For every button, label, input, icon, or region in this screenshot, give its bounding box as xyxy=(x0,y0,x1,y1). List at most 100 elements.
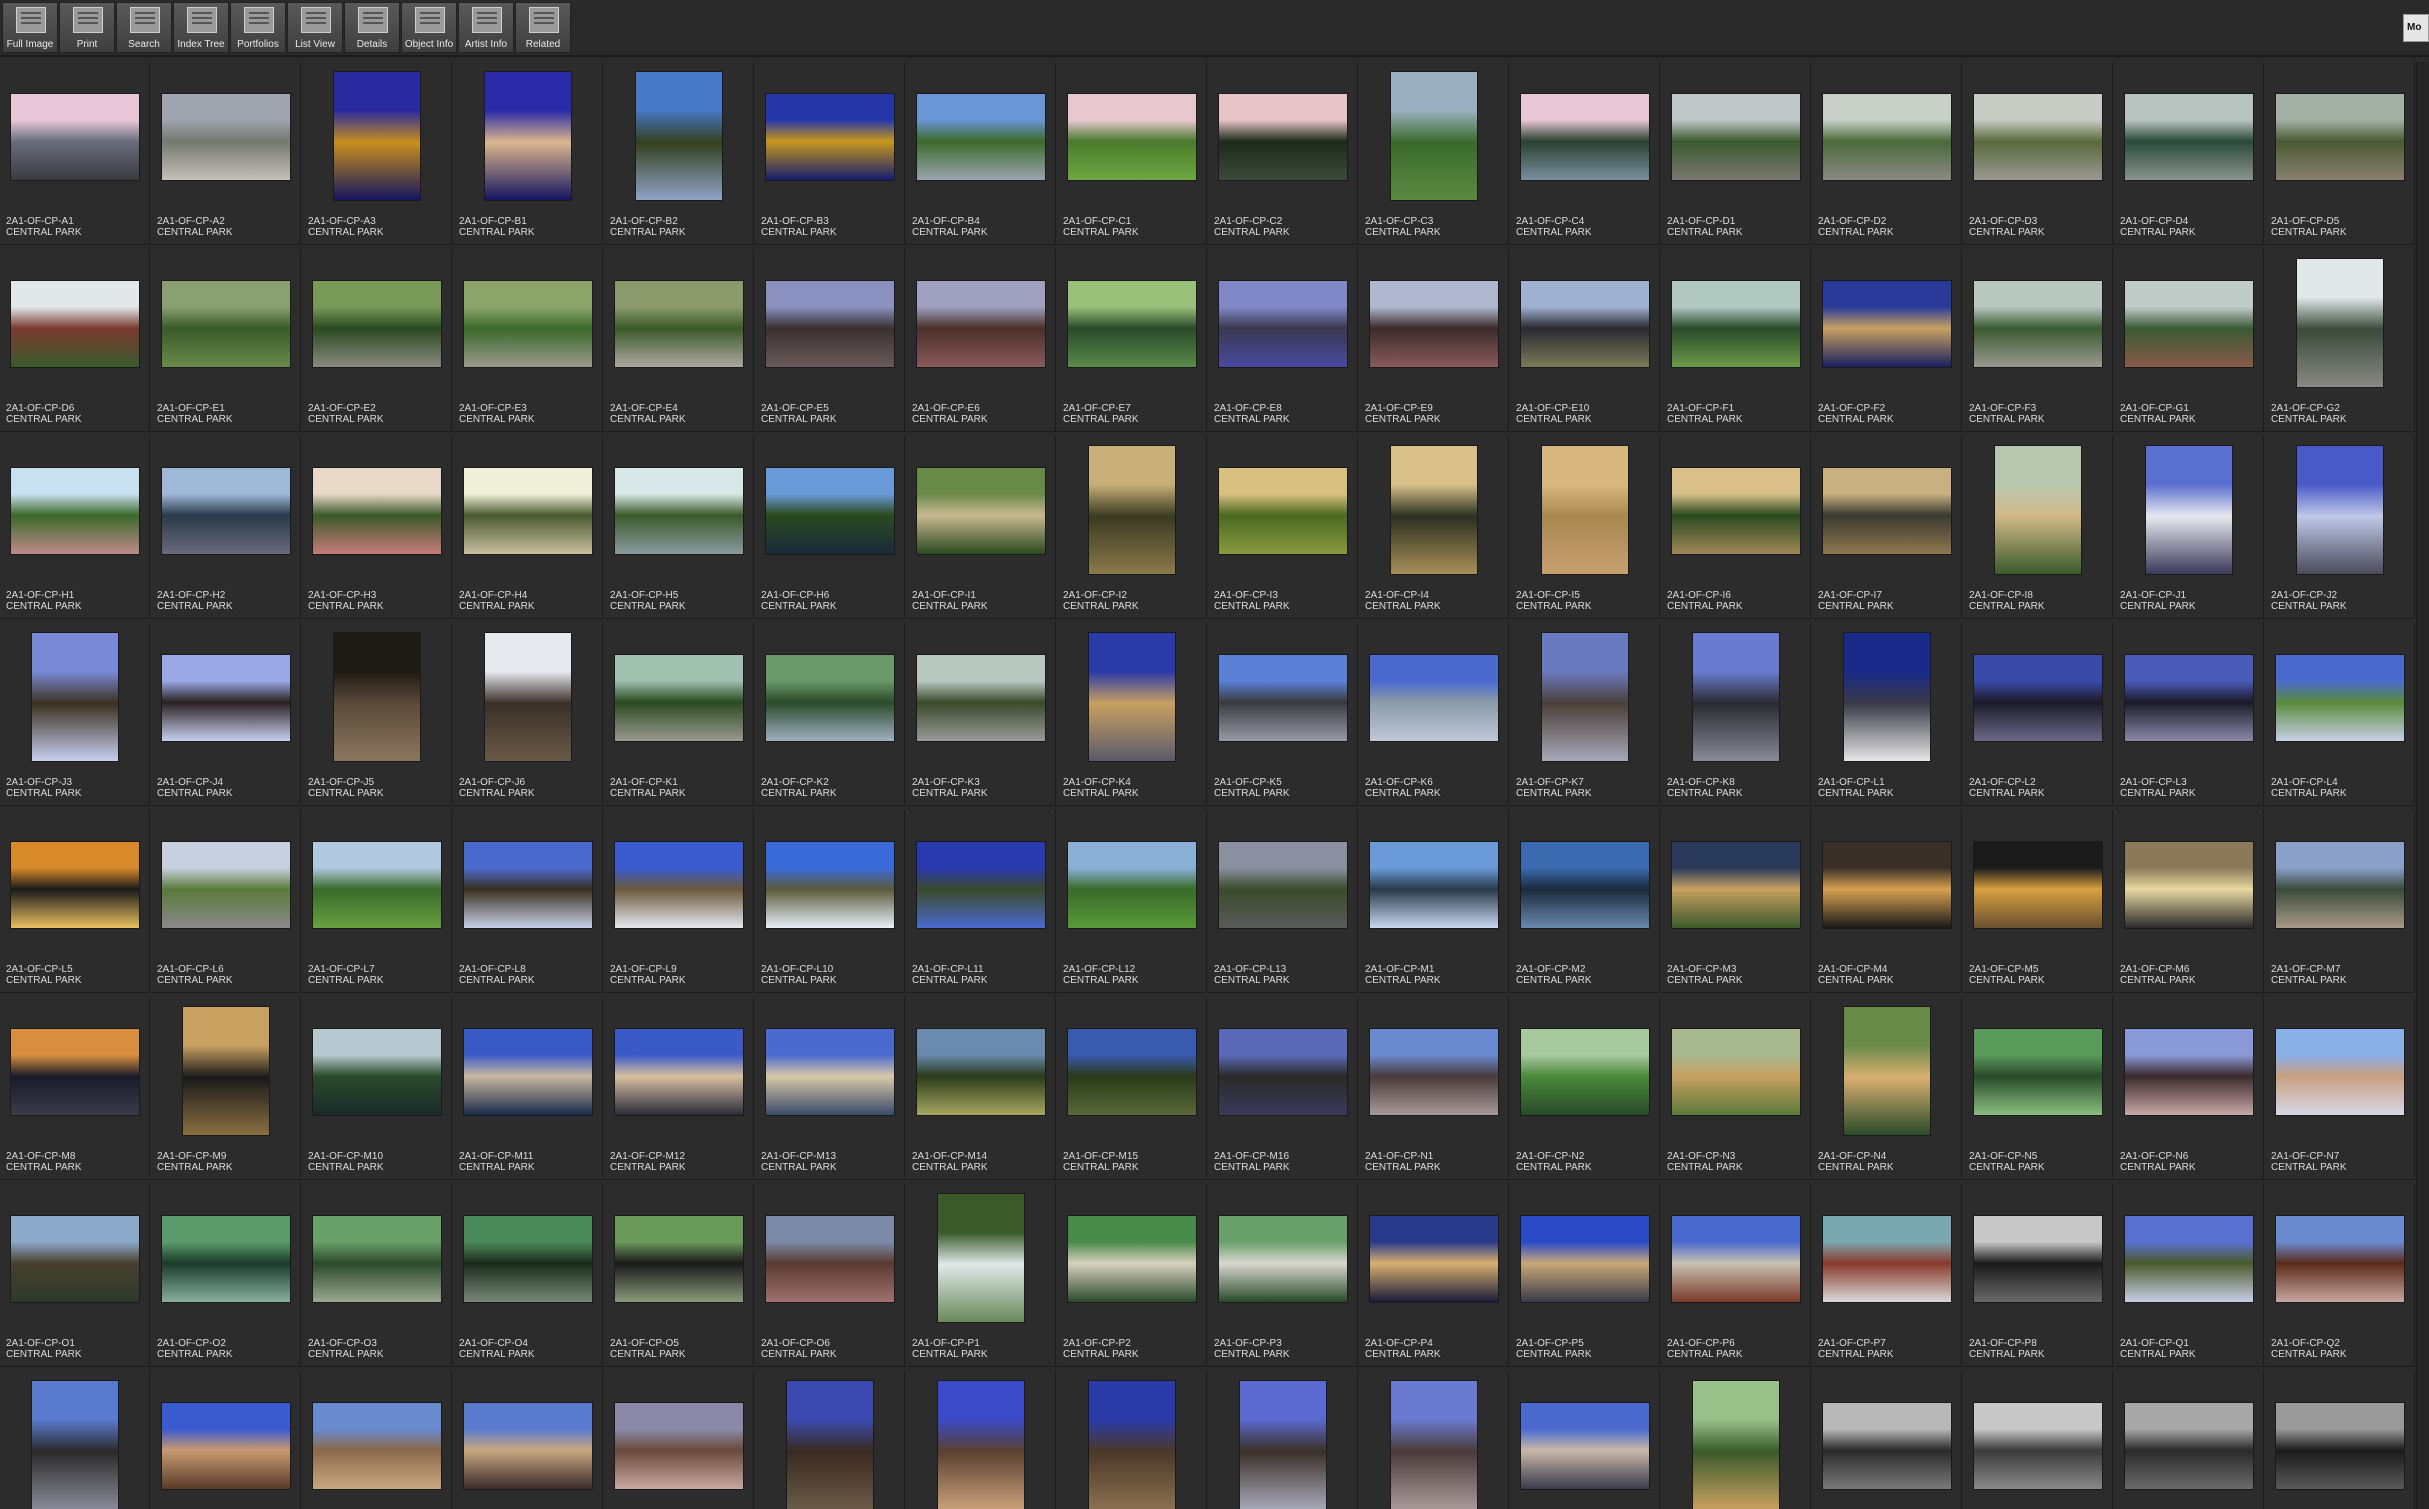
thumbnail-cell[interactable]: 2A1-OF-CP-Q3CENTRAL PARK xyxy=(0,1371,150,1509)
thumbnail-cell[interactable]: 2A1-OF-CP-L5 CENTRAL PARK xyxy=(0,810,150,993)
toolbar-button-details[interactable]: Details xyxy=(344,2,400,53)
thumbnail-image[interactable] xyxy=(313,468,441,554)
thumbnail-image[interactable] xyxy=(313,1216,441,1302)
thumbnail-cell[interactable]: 2A1-OF-CP-R8CENTRAL PARK xyxy=(1661,1371,1811,1509)
thumbnail-cell[interactable]: 2A1-OF-CP-C3 CENTRAL PARK xyxy=(1359,62,1509,245)
thumbnail-cell[interactable]: 2A1-OF-CP-L6 CENTRAL PARK xyxy=(151,810,301,993)
thumbnail-image[interactable] xyxy=(2125,94,2253,180)
thumbnail-image[interactable] xyxy=(1089,446,1175,574)
thumbnail-cell[interactable]: 2A1-OF-CP-P1 CENTRAL PARK xyxy=(906,1184,1056,1367)
thumbnail-image[interactable] xyxy=(1068,281,1196,367)
thumbnail-cell[interactable]: 2A1-OF-CP-A3 CENTRAL PARK xyxy=(302,62,452,245)
thumbnail-cell[interactable]: 2A1-OF-CP-M8 CENTRAL PARK xyxy=(0,997,150,1180)
thumbnail-cell[interactable]: 2A1-OF-CP-O4 CENTRAL PARK xyxy=(453,1184,603,1367)
thumbnail-cell[interactable]: 2A1-OF-CP-I5 CENTRAL PARK xyxy=(1510,436,1660,619)
thumbnail-cell[interactable]: 2A1-OF-CP-M9 CENTRAL PARK xyxy=(151,997,301,1180)
thumbnail-cell[interactable]: 2A1-OF-CP-M15 CENTRAL PARK xyxy=(1057,997,1207,1180)
thumbnail-image[interactable] xyxy=(766,1216,894,1302)
thumbnail-cell[interactable]: 2A1-OF-CP-K7 CENTRAL PARK xyxy=(1510,623,1660,806)
thumbnail-image[interactable] xyxy=(1672,281,1800,367)
thumbnail-image[interactable] xyxy=(1974,1029,2102,1115)
thumbnail-image[interactable] xyxy=(464,1403,592,1489)
thumbnail-image[interactable] xyxy=(1823,468,1951,554)
thumbnail-cell[interactable]: 2A1-OF-CP-O6 CENTRAL PARK xyxy=(755,1184,905,1367)
thumbnail-cell[interactable]: 2A1-OF-CP-H3 CENTRAL PARK xyxy=(302,436,452,619)
thumbnail-cell[interactable]: 2A1-OF-CP-H6 CENTRAL PARK xyxy=(755,436,905,619)
thumbnail-image[interactable] xyxy=(313,1029,441,1115)
thumbnail-image[interactable] xyxy=(1219,842,1347,928)
thumbnail-cell[interactable]: 2A1-OF-CP-K6 CENTRAL PARK xyxy=(1359,623,1509,806)
thumbnail-image[interactable] xyxy=(1672,842,1800,928)
thumbnail-cell[interactable]: 2A1-OF-CP-M11 CENTRAL PARK xyxy=(453,997,603,1180)
thumbnail-image[interactable] xyxy=(334,633,420,761)
thumbnail-cell[interactable]: 2A1-OF-CP-S4CENTRAL PARK xyxy=(2265,1371,2415,1509)
thumbnail-image[interactable] xyxy=(938,1381,1024,1509)
thumbnail-cell[interactable]: 2A1-OF-CP-L9 CENTRAL PARK xyxy=(604,810,754,993)
thumbnail-cell[interactable]: 2A1-OF-CP-J4 CENTRAL PARK xyxy=(151,623,301,806)
thumbnail-image[interactable] xyxy=(917,468,1045,554)
thumbnail-image[interactable] xyxy=(1521,1029,1649,1115)
thumbnail-image[interactable] xyxy=(766,842,894,928)
thumbnail-image[interactable] xyxy=(766,1029,894,1115)
thumbnail-cell[interactable]: 2A1-OF-CP-L13 CENTRAL PARK xyxy=(1208,810,1358,993)
thumbnail-image[interactable] xyxy=(1089,633,1175,761)
thumbnail-cell[interactable]: 2A1-OF-CP-E1 CENTRAL PARK xyxy=(151,249,301,432)
thumbnail-image[interactable] xyxy=(1844,633,1930,761)
thumbnail-image[interactable] xyxy=(615,655,743,741)
thumbnail-image[interactable] xyxy=(1219,468,1347,554)
thumbnail-image[interactable] xyxy=(313,281,441,367)
thumbnail-cell[interactable]: 2A1-OF-CP-Q2 CENTRAL PARK xyxy=(2265,1184,2415,1367)
thumbnail-image[interactable] xyxy=(1219,1216,1347,1302)
thumbnail-cell[interactable]: 2A1-OF-CP-N2 CENTRAL PARK xyxy=(1510,997,1660,1180)
thumbnail-image[interactable] xyxy=(2276,842,2404,928)
thumbnail-cell[interactable]: 2A1-OF-CP-M12 CENTRAL PARK xyxy=(604,997,754,1180)
thumbnail-image[interactable] xyxy=(464,468,592,554)
thumbnail-cell[interactable]: 2A1-OF-CP-N6 CENTRAL PARK xyxy=(2114,997,2264,1180)
thumbnail-image[interactable] xyxy=(615,281,743,367)
thumbnail-cell[interactable]: 2A1-OF-CP-B2 CENTRAL PARK xyxy=(604,62,754,245)
thumbnail-cell[interactable]: 2A1-OF-CP-K1 CENTRAL PARK xyxy=(604,623,754,806)
thumbnail-cell[interactable]: 2A1-OF-CP-R1CENTRAL PARK xyxy=(604,1371,754,1509)
thumbnail-cell[interactable]: 2A1-OF-CP-C4 CENTRAL PARK xyxy=(1510,62,1660,245)
thumbnail-image[interactable] xyxy=(2125,1403,2253,1489)
thumbnail-image[interactable] xyxy=(11,281,139,367)
thumbnail-cell[interactable]: 2A1-OF-CP-M4 CENTRAL PARK xyxy=(1812,810,1962,993)
thumbnail-image[interactable] xyxy=(11,1216,139,1302)
thumbnail-image[interactable] xyxy=(1391,1381,1477,1509)
thumbnail-cell[interactable]: 2A1-OF-CP-C1 CENTRAL PARK xyxy=(1057,62,1207,245)
thumbnail-image[interactable] xyxy=(162,655,290,741)
thumbnail-image[interactable] xyxy=(11,842,139,928)
thumbnail-cell[interactable]: 2A1-OF-CP-E10 CENTRAL PARK xyxy=(1510,249,1660,432)
thumbnail-image[interactable] xyxy=(11,468,139,554)
thumbnail-image[interactable] xyxy=(917,94,1045,180)
thumbnail-cell[interactable]: 2A1-OF-CP-I3 CENTRAL PARK xyxy=(1208,436,1358,619)
thumbnail-cell[interactable]: 2A1-OF-CP-E7 CENTRAL PARK xyxy=(1057,249,1207,432)
toolbar-button-related[interactable]: Related xyxy=(515,2,571,53)
thumbnail-image[interactable] xyxy=(485,72,571,200)
thumbnail-image[interactable] xyxy=(1521,1216,1649,1302)
thumbnail-image[interactable] xyxy=(2297,259,2383,387)
thumbnail-image[interactable] xyxy=(1391,72,1477,200)
thumbnail-cell[interactable]: 2A1-OF-CP-K3 CENTRAL PARK xyxy=(906,623,1056,806)
thumbnail-cell[interactable]: 2A1-OF-CP-M14 CENTRAL PARK xyxy=(906,997,1056,1180)
thumbnail-image[interactable] xyxy=(917,1029,1045,1115)
thumbnail-image[interactable] xyxy=(1219,1029,1347,1115)
thumbnail-cell[interactable]: 2A1-OF-CP-K4 CENTRAL PARK xyxy=(1057,623,1207,806)
thumbnail-cell[interactable]: 2A1-OF-CP-P4 CENTRAL PARK xyxy=(1359,1184,1509,1367)
thumbnail-image[interactable] xyxy=(1823,1403,1951,1489)
thumbnail-image[interactable] xyxy=(1693,1381,1779,1509)
thumbnail-image[interactable] xyxy=(1391,446,1477,574)
thumbnail-image[interactable] xyxy=(917,655,1045,741)
thumbnail-image[interactable] xyxy=(1068,1216,1196,1302)
thumbnail-image[interactable] xyxy=(1693,633,1779,761)
thumbnail-cell[interactable]: 2A1-OF-CP-L4 CENTRAL PARK xyxy=(2265,623,2415,806)
thumbnail-cell[interactable]: 2A1-OF-CP-I1 CENTRAL PARK xyxy=(906,436,1056,619)
thumbnail-image[interactable] xyxy=(1370,1029,1498,1115)
thumbnail-cell[interactable]: 2A1-OF-CP-K8 CENTRAL PARK xyxy=(1661,623,1811,806)
thumbnail-cell[interactable]: 2A1-OF-CP-P6 CENTRAL PARK xyxy=(1661,1184,1811,1367)
thumbnail-cell[interactable]: 2A1-OF-CP-R5CENTRAL PARK xyxy=(1208,1371,1358,1509)
thumbnail-cell[interactable]: 2A1-OF-CP-J3 CENTRAL PARK xyxy=(0,623,150,806)
thumbnail-cell[interactable]: 2A1-OF-CP-H4 CENTRAL PARK xyxy=(453,436,603,619)
thumbnail-image[interactable] xyxy=(1542,446,1628,574)
toolbar-button-index-tree[interactable]: Index Tree xyxy=(173,2,229,53)
